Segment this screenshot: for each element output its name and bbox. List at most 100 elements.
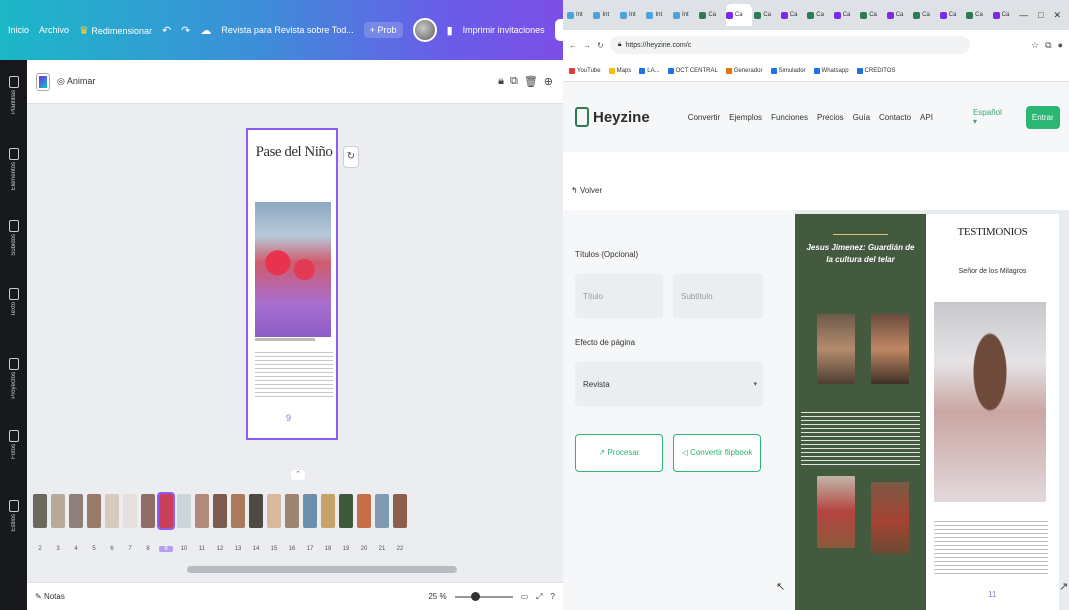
enter-button[interactable]: Entrar <box>1025 105 1060 129</box>
bookmark-item[interactable]: CREDITOS <box>856 67 895 74</box>
print-invitations-button[interactable]: Imprimir invitaciones <box>463 25 545 35</box>
redo-icon[interactable]: ↷ <box>181 24 190 37</box>
sidebar-item-templates[interactable]: Plantillas <box>0 76 27 114</box>
page-photo[interactable] <box>255 202 331 337</box>
browser-tab[interactable]: Ca <box>833 4 858 26</box>
browser-tab[interactable]: Ca <box>754 4 778 26</box>
back-link[interactable]: ↰ Volver <box>571 186 602 195</box>
browser-tab[interactable]: Ca <box>966 4 990 26</box>
page-curl-right-icon[interactable]: ↗ <box>1059 580 1068 593</box>
design-page[interactable]: Pase del Niño 9 <box>246 128 338 440</box>
bookmark-item[interactable]: Simulador <box>770 67 806 74</box>
animate-button[interactable]: ◎ Animar <box>57 76 95 87</box>
minimize-icon[interactable]: — <box>1019 10 1028 21</box>
notes-button[interactable]: ✎ Notas <box>35 592 65 601</box>
flipbook-right-page[interactable]: TESTIMONIOS Señor de los Milagros 11 <box>926 214 1059 610</box>
bookmark-item[interactable]: Whatsapp <box>813 67 849 74</box>
add-page-icon[interactable]: ⊕ <box>544 75 553 88</box>
bookmark-star-icon[interactable]: ☆ <box>1031 40 1039 51</box>
nav-convert[interactable]: Convertir <box>688 113 720 122</box>
sidebar-item-photos[interactable]: Fotos <box>0 430 27 459</box>
stats-icon[interactable]: ▮ <box>447 24 453 37</box>
page-thumbnail[interactable] <box>51 494 65 528</box>
zoom-slider[interactable] <box>454 591 513 601</box>
extensions-icon[interactable]: ⧉ <box>1045 40 1051 51</box>
page-thumbnail[interactable] <box>105 494 119 528</box>
profile-icon[interactable]: ● <box>1058 40 1063 51</box>
nav-examples[interactable]: Ejemplos <box>729 113 762 122</box>
subtitle-input[interactable]: Subtítulo <box>673 274 763 318</box>
undo-icon[interactable]: ↶ <box>162 24 171 37</box>
sidebar-item-uploads[interactable]: Subidos <box>0 220 27 256</box>
bookmark-item[interactable]: YouTube <box>569 67 601 74</box>
doc-title[interactable]: Revista para Revista sobre Tod... <box>221 25 353 35</box>
chevron-up-icon[interactable]: ⌃ <box>291 470 305 480</box>
page-thumbnail[interactable] <box>231 494 245 528</box>
page-thumbnail[interactable] <box>177 494 191 528</box>
reload-icon[interactable]: ↻ <box>597 41 604 50</box>
browser-tab[interactable]: Int <box>619 4 644 26</box>
nav-api[interactable]: API <box>920 113 933 122</box>
file-menu[interactable]: Archivo <box>39 25 69 35</box>
browser-tab[interactable]: Ca <box>699 4 723 26</box>
color-picker-icon[interactable] <box>37 73 49 90</box>
lock-icon[interactable]: 🔒︎ <box>498 75 504 88</box>
refresh-icon[interactable]: ↻ <box>343 146 359 168</box>
sidebar-item-projects[interactable]: Proyectos <box>0 358 27 399</box>
avatar[interactable] <box>412 18 437 42</box>
share-button[interactable]: Compartir <box>554 19 563 41</box>
browser-tab[interactable]: Ca <box>780 4 805 26</box>
browser-tab[interactable]: Ca <box>725 4 753 26</box>
resize-button[interactable]: ♛ Redimensionar <box>79 24 152 37</box>
page-thumbnail[interactable] <box>321 494 335 528</box>
page-thumbnail[interactable] <box>339 494 353 528</box>
page-thumbnail[interactable] <box>141 494 155 528</box>
page-thumbnail[interactable] <box>69 494 83 528</box>
browser-tab[interactable]: Int <box>567 4 591 26</box>
browser-tab[interactable]: Int <box>672 4 697 26</box>
url-field[interactable]: 🔒︎ https://heyzine.com/c <box>609 36 970 54</box>
browser-tab[interactable]: Ca <box>992 4 1017 26</box>
page-thumbnail[interactable] <box>285 494 299 528</box>
upgrade-button[interactable]: + Prob <box>363 22 403 38</box>
page-thumbnail[interactable] <box>303 494 317 528</box>
browser-tab[interactable]: Ca <box>860 4 884 26</box>
bookmark-item[interactable]: Generador <box>725 67 763 74</box>
delete-icon[interactable]: 🗑︎ <box>524 75 538 88</box>
browser-tab[interactable]: Ca <box>913 4 937 26</box>
copy-icon[interactable]: ⧉ <box>510 75 518 88</box>
browser-tab[interactable]: Ca <box>886 4 911 26</box>
page-thumbnail[interactable] <box>33 494 47 528</box>
convert-flipbook-button[interactable]: ◁ Convertir flipbook <box>673 434 761 472</box>
page-thumbnail[interactable] <box>375 494 389 528</box>
nav-features[interactable]: Funciones <box>771 113 808 122</box>
page-body-text[interactable] <box>255 352 333 400</box>
page-thumbnail[interactable] <box>393 494 407 528</box>
browser-tab[interactable]: Ca <box>807 4 831 26</box>
nav-contact[interactable]: Contacto <box>879 113 911 122</box>
page-thumbnail[interactable] <box>213 494 227 528</box>
browser-tab[interactable]: Int <box>593 4 617 26</box>
title-input[interactable]: Título <box>575 274 663 318</box>
close-icon[interactable]: ✕ <box>1054 10 1062 21</box>
bookmark-item[interactable]: OCT CENTRAL <box>667 67 718 74</box>
page-title[interactable]: Pase del Niño <box>252 144 336 161</box>
zoom-slider-knob[interactable] <box>470 591 480 601</box>
help-icon[interactable]: ? <box>551 592 555 601</box>
forward-arrow-icon[interactable]: → <box>583 41 591 50</box>
sidebar-item-text[interactable]: Texto <box>0 288 27 316</box>
flipbook-preview[interactable]: Jesus Jimenez: Guardián de la cultura de… <box>795 210 1069 610</box>
home-link[interactable]: Inicio <box>8 25 29 35</box>
page-thumbnail[interactable] <box>249 494 263 528</box>
page-thumbnail[interactable] <box>195 494 209 528</box>
sidebar-item-elements[interactable]: Elementos <box>0 148 27 190</box>
back-arrow-icon[interactable]: ← <box>569 41 577 50</box>
page-effect-select[interactable]: Revista ▾ <box>575 362 763 406</box>
filmstrip-scrollbar[interactable] <box>187 566 457 573</box>
page-thumbnail[interactable] <box>267 494 281 528</box>
bookmark-item[interactable]: LA... <box>639 67 660 74</box>
browser-tab[interactable]: Ca <box>939 4 964 26</box>
nav-guide[interactable]: Guía <box>853 113 870 122</box>
browser-tab[interactable]: Int <box>646 4 670 26</box>
process-button[interactable]: ↗ Procesar <box>575 434 663 472</box>
